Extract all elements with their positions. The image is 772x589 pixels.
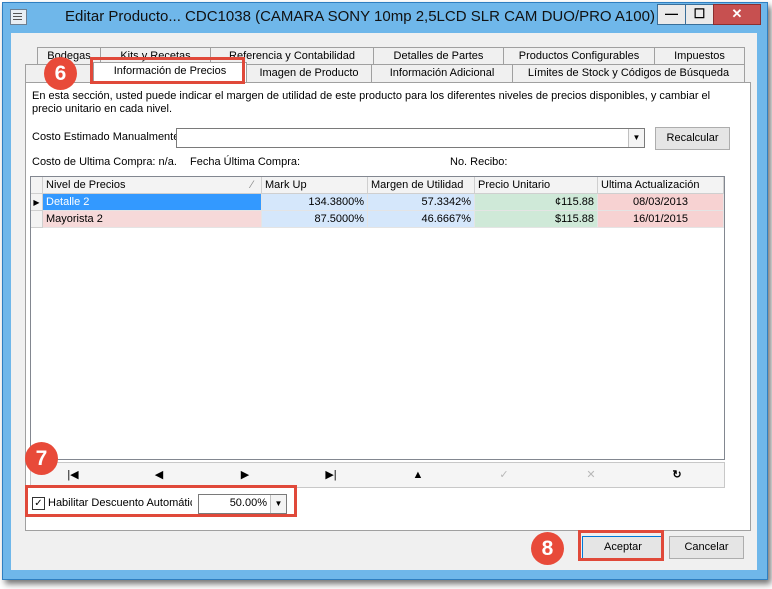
tab-informacion-adicional[interactable]: Información Adicional [371,64,513,82]
column-header-margen[interactable]: Margen de Utilidad [368,177,475,194]
callout-box-tab [90,57,245,84]
ultima-compra-label: Costo de Ultima Compra: n/a. [32,156,177,168]
insert-record-icon[interactable]: ▲ [403,465,433,485]
next-record-icon[interactable]: ▶ [230,465,260,485]
tab-productos-configurables[interactable]: Productos Configurables [503,47,655,65]
tab-impuestos[interactable]: Impuestos [654,47,745,65]
column-header-nivel-label: Nivel de Precios [46,179,126,191]
column-header-fecha[interactable]: Ultima Actualización [598,177,724,194]
cancel-record-icon[interactable]: ✕ [576,465,606,485]
cell-fecha[interactable]: 16/01/2015 [598,211,724,228]
table-row[interactable]: Detalle 2 [43,194,262,211]
maximize-button[interactable]: ☐ [685,4,714,25]
cell-margen[interactable]: 57.3342% [368,194,475,211]
cell-precio[interactable]: ¢115.88 [475,194,598,211]
recalcular-button[interactable]: Recalcular [655,127,730,150]
tab-panel-precios: En esta sección, usted puede indicar el … [25,82,751,531]
table-row[interactable]: Mayorista 2 [43,211,262,228]
tab-imagen-producto[interactable]: Imagen de Producto [246,64,372,82]
app-icon [10,9,27,25]
cancelar-button[interactable]: Cancelar [669,536,744,559]
tab-detalles-partes[interactable]: Detalles de Partes [373,47,504,65]
cell-margen[interactable]: 46.6667% [368,211,475,228]
title-bar[interactable]: Editar Producto... CDC1038 (CAMARA SONY … [3,3,767,32]
tab-limites-stock[interactable]: Límites de Stock y Códigos de Búsqueda [512,64,745,82]
row-pointer-icon[interactable]: ▶ [31,194,43,211]
no-recibo-label: No. Recibo: [450,156,508,168]
column-header-markup[interactable]: Mark Up [262,177,368,194]
post-record-icon[interactable]: ✓ [489,465,519,485]
step-badge-6: 6 [44,57,77,90]
fecha-ultima-compra-label: Fecha Última Compra: [190,156,301,168]
row-selector[interactable] [31,211,43,228]
last-record-icon[interactable]: ▶| [316,465,346,485]
refresh-icon[interactable]: ↻ [662,465,692,485]
callout-box-discount [25,485,297,517]
column-header-precio[interactable]: Precio Unitario [475,177,598,194]
window-title: Editar Producto... CDC1038 (CAMARA SONY … [65,8,655,25]
grid-corner [31,177,43,194]
close-button[interactable]: ✕ [713,4,761,25]
price-levels-grid[interactable]: Nivel de Precios ⁄ Mark Up Margen de Uti… [30,176,725,460]
column-header-nivel[interactable]: Nivel de Precios ⁄ [43,177,262,194]
cell-markup[interactable]: 87.5000% [262,211,368,228]
costo-estimado-combo[interactable]: ▼ [176,128,645,148]
costo-estimado-label: Costo Estimado Manualmente: [32,131,183,143]
first-record-icon[interactable]: |◀ [58,465,88,485]
cell-fecha[interactable]: 08/03/2013 [598,194,724,211]
section-description: En esta sección, usted puede indicar el … [32,90,711,115]
prev-record-icon[interactable]: ◀ [144,465,174,485]
step-badge-8: 8 [531,532,564,565]
step-badge-7: 7 [25,442,58,475]
callout-box-aceptar [578,530,664,561]
cell-markup[interactable]: 134.3800% [262,194,368,211]
chevron-down-icon[interactable]: ▼ [628,129,644,147]
cell-precio[interactable]: $115.88 [475,211,598,228]
minimize-button[interactable]: — [657,4,686,25]
sort-indicator-icon: ⁄ [251,179,253,191]
